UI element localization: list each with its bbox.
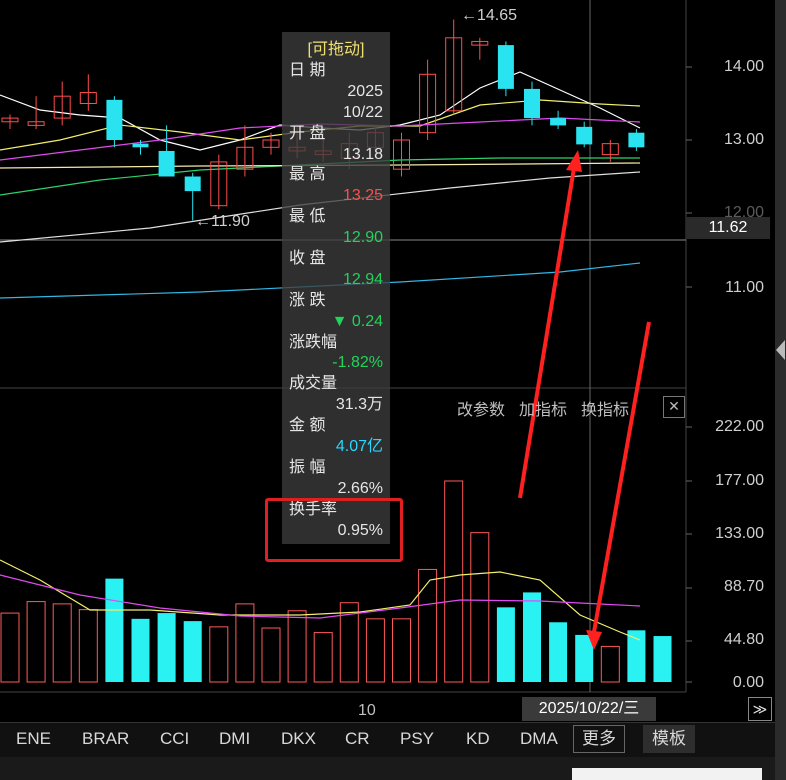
- candle-body: [184, 176, 201, 192]
- tooltip-label: 开 盘: [289, 124, 326, 142]
- volume-tick: 133.00: [715, 525, 764, 542]
- volume-bar: [209, 626, 229, 683]
- tab-dma[interactable]: DMA: [520, 729, 558, 749]
- add-indicator-button[interactable]: 加指标: [519, 402, 567, 419]
- high-price-marker: ←14.65: [461, 7, 518, 24]
- tooltip-label: 振 幅: [289, 458, 326, 476]
- volume-bar: [392, 618, 411, 683]
- tooltip-value: 13.18: [342, 145, 383, 163]
- annotation-arrowhead-up: [566, 150, 582, 172]
- volume-tick: 222.00: [715, 418, 764, 435]
- volume-bar: [600, 645, 620, 683]
- candle-body: [132, 143, 149, 148]
- price-tick: 13.00: [723, 131, 764, 148]
- volume-bar: [653, 636, 672, 682]
- candle-body: [106, 99, 123, 140]
- side-panel-edge[interactable]: [775, 0, 786, 780]
- tooltip-title[interactable]: [可拖动]: [282, 35, 390, 59]
- volume-tick: 44.80: [723, 631, 764, 648]
- tooltip-label: 最 低: [289, 208, 326, 226]
- tooltip-label: 金 额: [289, 417, 326, 435]
- volume-bar: [157, 613, 176, 682]
- candle-body: [524, 88, 540, 119]
- volume-bar: [418, 568, 438, 683]
- candle-body: [497, 45, 514, 89]
- candle-body: [628, 132, 645, 148]
- volume-tick: 88.70: [723, 578, 764, 595]
- annotation-arrow-up: [518, 167, 576, 499]
- tab-brar[interactable]: BRAR: [82, 729, 129, 749]
- current-price-tag: 11.62: [686, 217, 770, 239]
- volume-tick: 0.00: [732, 674, 764, 691]
- price-tick: 14.00: [723, 58, 764, 75]
- volume-bar: [496, 607, 515, 682]
- volume-bar: [183, 621, 202, 682]
- tab-ene[interactable]: ENE: [16, 729, 51, 749]
- tooltip-label: 收 盘: [289, 250, 326, 268]
- candle-body: [158, 150, 175, 177]
- indicator-tab-bar: ENE BRAR CCI DMI DKX CR PSY KD DMA 更多 模板: [0, 722, 775, 757]
- tab-kd[interactable]: KD: [466, 729, 490, 749]
- watermark-logo: [572, 768, 762, 780]
- tooltip-value: -1.82%: [332, 354, 383, 372]
- quote-tooltip[interactable]: [可拖动] 日 期 2025 10/22 开 盘 13.18 最 高 13.25 最 低 12.…: [282, 32, 390, 544]
- price-volume-chart[interactable]: [0, 0, 786, 780]
- tab-cci[interactable]: CCI: [160, 729, 189, 749]
- annotation-arrow-down: [592, 321, 651, 633]
- tooltip-label: 日 期: [289, 62, 326, 79]
- tooltip-value: 12.94: [342, 270, 383, 288]
- expand-icon[interactable]: ≫: [748, 697, 772, 721]
- tooltip-value: 4.07亿: [335, 438, 383, 456]
- volume-bar: [105, 578, 124, 682]
- tooltip-label: 涨跌幅: [289, 333, 338, 351]
- volume-bar: [26, 601, 46, 683]
- more-button[interactable]: 更多: [573, 725, 625, 753]
- tooltip-value: 12.90: [342, 229, 383, 247]
- tab-psy[interactable]: PSY: [400, 729, 434, 749]
- candle-body: [576, 126, 593, 145]
- month-label: 10: [358, 702, 376, 719]
- candle-body: [550, 118, 567, 126]
- template-button[interactable]: 模板: [643, 725, 695, 753]
- volume-bar: [261, 627, 281, 683]
- volume-bar: [287, 610, 307, 683]
- switch-indicator-button[interactable]: 换指标: [581, 402, 629, 419]
- cursor-date: 2025/10/22/三: [522, 697, 656, 721]
- tooltip-value: 10/22: [342, 103, 383, 121]
- tooltip-value: 31.3万: [335, 396, 383, 414]
- volume-bar: [313, 632, 333, 683]
- tooltip-value: 2.66%: [337, 479, 383, 497]
- tab-dmi[interactable]: DMI: [219, 729, 250, 749]
- edit-params-button[interactable]: 改参数: [457, 402, 505, 419]
- tooltip-label: 最 高: [289, 166, 326, 184]
- volume-bar: [365, 618, 385, 683]
- tooltip-value: 2025: [347, 82, 383, 100]
- volume-bar: [444, 480, 464, 683]
- tooltip-label: 成交量: [289, 375, 338, 393]
- volume-bar: [52, 603, 72, 683]
- low-price-marker: ←11.90: [195, 213, 250, 230]
- tooltip-label: 涨 跌: [289, 291, 326, 309]
- highlight-box: [265, 498, 403, 562]
- close-icon[interactable]: ✕: [663, 396, 685, 418]
- volume-bar: [0, 612, 20, 683]
- volume-bar: [549, 622, 568, 682]
- vol-ma5-line: [0, 559, 641, 641]
- tooltip-value: ▼ 0.24: [331, 312, 383, 330]
- volume-bar: [78, 609, 98, 683]
- tab-dkx[interactable]: DKX: [281, 729, 316, 749]
- tab-cr[interactable]: CR: [345, 729, 370, 749]
- collapse-arrow-icon[interactable]: [776, 340, 785, 360]
- volume-bar: [523, 592, 541, 682]
- volume-bar: [131, 618, 150, 682]
- indicator-actions: 改参数 加指标 换指标: [457, 396, 643, 420]
- tooltip-value: 13.25: [342, 187, 383, 205]
- volume-tick: 177.00: [715, 472, 764, 489]
- price-tick: 11.00: [725, 279, 764, 296]
- volume-bar: [470, 532, 490, 683]
- volume-bar: [575, 634, 594, 682]
- vol-ma10-line: [0, 574, 641, 619]
